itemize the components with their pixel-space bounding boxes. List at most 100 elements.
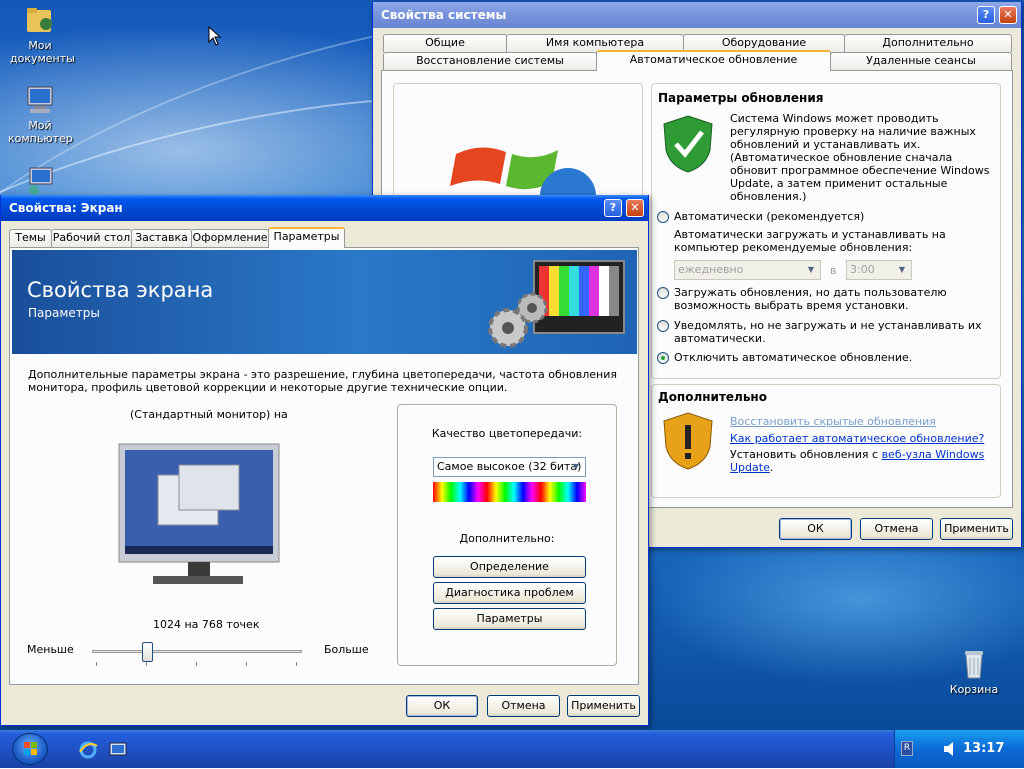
tab-label: Рабочий стол: [52, 231, 131, 244]
display-properties-titlebar[interactable]: Свойства: Экран ? ✕: [1, 195, 648, 221]
tab-automatic-updates[interactable]: Автоматическое обновление: [596, 50, 831, 71]
monitor-preview-icon: [113, 440, 288, 603]
tab-label: Восстановление системы: [416, 54, 564, 67]
desktop-icon-network[interactable]: [2, 164, 78, 199]
update-settings-group: Параметры обновления Система Windows мож…: [651, 83, 1001, 379]
language-indicator[interactable]: R: [901, 741, 913, 756]
install-text: Установить обновления с: [730, 448, 879, 461]
additional-group: Дополнительно Восстановить скрытые обнов…: [651, 384, 1001, 498]
close-button[interactable]: ✕: [999, 6, 1017, 24]
desktop-icon-my-documents[interactable]: Мои документы: [2, 4, 78, 65]
window-title: Свойства: Экран: [9, 201, 123, 215]
radio-automatic-desc: Автоматически загружать и устанавливать …: [674, 228, 946, 254]
additional-heading: Дополнительно: [658, 390, 767, 404]
display-cancel-button[interactable]: Отмена: [487, 695, 560, 717]
radio-disable-updates-label: Отключить автоматическое обновление.: [674, 351, 913, 364]
tab-system-restore[interactable]: Восстановление системы: [383, 52, 597, 70]
tab-appearance[interactable]: Оформление: [191, 229, 269, 247]
display-properties-window: Свойства: Экран ? ✕ Темы Рабочий стол За…: [0, 195, 649, 726]
color-quality-label: Качество цветопередачи:: [431, 427, 583, 440]
color-quality-select[interactable]: Самое высокое (32 бита) ▼: [433, 457, 586, 477]
radio-download-only[interactable]: [657, 287, 669, 299]
tab-label: Оборудование: [721, 36, 807, 49]
tab-general[interactable]: Общие: [383, 34, 507, 52]
tab-page-settings: Свойства экрана Параметры Дополнительные…: [9, 247, 639, 685]
color-quality-group: Качество цветопередачи: Самое высокое (3…: [397, 404, 617, 666]
desktop-icon-label: Мои документы: [10, 39, 75, 65]
tab-label: Заставка: [135, 231, 188, 244]
tab-label: Параметры: [273, 230, 340, 243]
restore-hidden-updates-link[interactable]: Восстановить скрытые обновления: [730, 415, 936, 428]
gear-icon: [482, 290, 552, 353]
update-time-select[interactable]: 3:00 ▼: [846, 260, 912, 280]
tab-label: Имя компьютера: [545, 36, 645, 49]
update-day-value: ежедневно: [678, 263, 744, 276]
tab-label: Оформление: [192, 231, 268, 244]
tab-advanced[interactable]: Дополнительно: [844, 34, 1012, 52]
tab-desktop[interactable]: Рабочий стол: [51, 229, 132, 247]
display-apply-button[interactable]: Применить: [567, 695, 640, 717]
install-updates-text: Установить обновления с веб-узла Windows…: [730, 448, 992, 474]
radio-disable-updates[interactable]: [657, 352, 669, 364]
shield-warning-icon: [662, 411, 714, 474]
troubleshoot-button[interactable]: Диагностика проблем: [433, 582, 586, 604]
slider-track: [92, 650, 302, 653]
tab-screensaver[interactable]: Заставка: [131, 229, 192, 247]
sysprops-ok-button[interactable]: ОК: [779, 518, 852, 540]
identify-button[interactable]: Определение: [433, 556, 586, 578]
slider-more-label: Больше: [324, 643, 369, 656]
close-button[interactable]: ✕: [626, 199, 644, 217]
desktop-icon-recycle-bin[interactable]: Корзина: [936, 648, 1012, 696]
radio-download-only-label: Загружать обновления, но дать пользовате…: [674, 286, 947, 312]
computer-icon: [24, 84, 56, 116]
network-icon: [24, 164, 56, 196]
sysprops-apply-button[interactable]: Применить: [940, 518, 1013, 540]
tab-label: Удаленные сеансы: [866, 54, 976, 67]
advanced-params-button[interactable]: Параметры: [433, 608, 586, 630]
at-label: в: [830, 264, 837, 277]
start-button[interactable]: [12, 733, 48, 765]
resolution-slider[interactable]: [92, 642, 302, 668]
advanced-label: Дополнительно:: [459, 532, 555, 545]
tab-label: Автоматическое обновление: [629, 53, 798, 66]
internet-explorer-icon[interactable]: [78, 740, 98, 760]
chevron-down-icon: ▼: [572, 462, 580, 471]
tab-settings[interactable]: Параметры: [268, 227, 345, 248]
chevron-down-icon: ▼: [807, 265, 815, 274]
install-end: .: [769, 461, 774, 474]
show-desktop-icon[interactable]: [108, 740, 128, 760]
radio-automatic[interactable]: [657, 211, 669, 223]
slider-ticks: [96, 662, 298, 666]
display-ok-button[interactable]: ОК: [406, 695, 478, 717]
desktop-icon-label: Корзина: [949, 683, 999, 696]
banner-subtitle: Параметры: [28, 306, 100, 320]
tab-remote[interactable]: Удаленные сеансы: [830, 52, 1012, 70]
monitor-label: (Стандартный монитор) на: [130, 408, 288, 421]
volume-icon[interactable]: [943, 741, 957, 760]
how-updates-work-link[interactable]: Как работает автоматическое обновление?: [730, 432, 984, 445]
settings-description: Дополнительные параметры экрана - это ра…: [28, 368, 617, 394]
shield-check-icon: [662, 114, 714, 177]
update-day-select[interactable]: ежедневно ▼: [674, 260, 821, 280]
tab-themes[interactable]: Темы: [9, 229, 52, 247]
resolution-text: 1024 на 768 точек: [153, 618, 260, 631]
slider-thumb[interactable]: [142, 642, 153, 662]
mouse-cursor: [208, 25, 222, 49]
sysprops-cancel-button[interactable]: Отмена: [860, 518, 933, 540]
help-button[interactable]: ?: [977, 6, 995, 24]
clock[interactable]: 13:17: [963, 741, 1004, 756]
update-settings-heading: Параметры обновления: [658, 91, 824, 105]
desktop-icon-my-computer[interactable]: Мой компьютер: [2, 84, 78, 145]
radio-notify-only-label: Уведомлять, но не загружать и не устанав…: [674, 319, 982, 345]
radio-notify-only[interactable]: [657, 320, 669, 332]
chevron-down-icon: ▼: [898, 265, 906, 274]
recycle-bin-icon: [958, 648, 990, 680]
window-title: Свойства системы: [381, 8, 507, 22]
help-button[interactable]: ?: [604, 199, 622, 217]
update-description: Система Windows может проводить регулярн…: [730, 112, 990, 203]
settings-banner: Свойства экрана Параметры: [12, 250, 637, 354]
tab-label: Темы: [15, 231, 46, 244]
system-properties-titlebar[interactable]: Свойства системы ? ✕: [373, 2, 1021, 28]
banner-title: Свойства экрана: [27, 278, 214, 302]
update-time-value: 3:00: [850, 263, 875, 276]
